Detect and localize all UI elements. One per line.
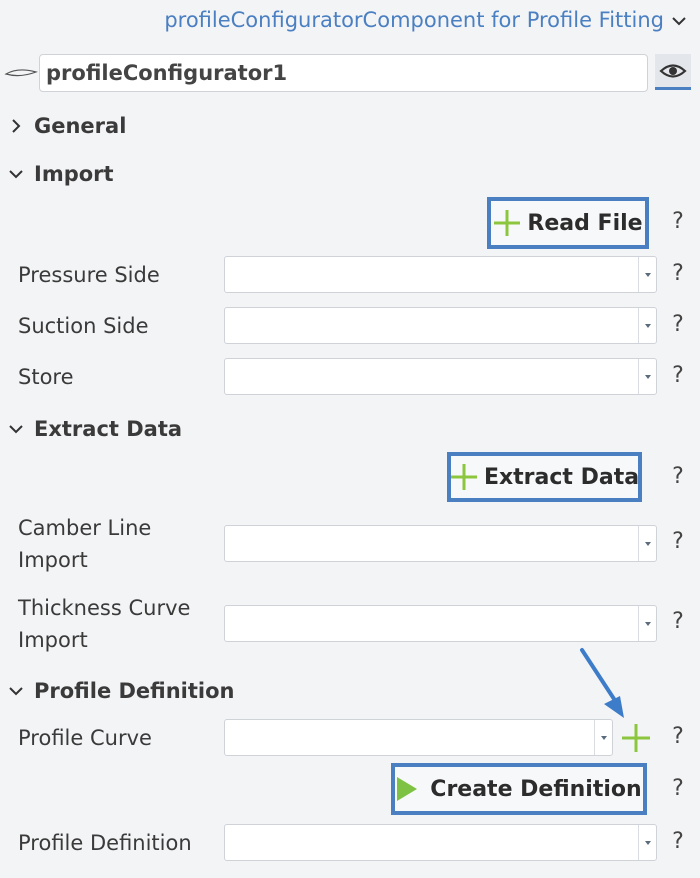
suction-side-dropdown[interactable]	[224, 307, 657, 344]
profile-curve-dropdown[interactable]	[224, 719, 613, 756]
plus-icon	[450, 464, 477, 490]
profile-definition-dropdown[interactable]	[224, 824, 657, 861]
panel-title: profileConfiguratorComponent for Profile…	[164, 8, 664, 32]
dropdown-arrow-icon[interactable]	[638, 359, 656, 394]
extract-data-help-icon[interactable]: ?	[668, 462, 688, 492]
store-label: Store	[18, 365, 74, 389]
pressure-side-label: Pressure Side	[18, 263, 160, 287]
create-definition-help-icon[interactable]: ?	[668, 774, 688, 804]
thickness-curve-label: Thickness Curve	[18, 596, 191, 620]
visibility-toggle-button[interactable]	[655, 54, 691, 90]
pressure-side-help-icon[interactable]: ?	[668, 259, 688, 289]
thickness-curve-label-line2: Import	[18, 628, 88, 652]
create-definition-button[interactable]: Create Definition	[391, 763, 647, 815]
store-dropdown[interactable]	[224, 358, 657, 395]
thickness-curve-help-icon[interactable]: ?	[668, 607, 688, 637]
suction-side-help-icon[interactable]: ?	[668, 310, 688, 340]
camber-line-label-line2: Import	[18, 548, 88, 572]
dropdown-arrow-icon[interactable]	[638, 308, 656, 343]
read-file-button[interactable]: Read File	[487, 197, 649, 249]
store-help-icon[interactable]: ?	[668, 361, 688, 391]
dropdown-arrow-icon[interactable]	[638, 825, 656, 860]
chevron-down-icon	[9, 425, 23, 434]
section-general[interactable]: General	[8, 111, 126, 141]
section-extract-data[interactable]: Extract Data	[8, 414, 182, 444]
dropdown-arrow-icon[interactable]	[638, 526, 656, 561]
extract-data-button[interactable]: Extract Data	[447, 452, 642, 502]
dropdown-arrow-icon[interactable]	[638, 606, 656, 641]
camber-line-label: Camber Line	[18, 516, 152, 540]
add-profile-curve-plus-icon[interactable]	[621, 723, 651, 753]
airfoil-profile-icon	[4, 69, 38, 77]
dropdown-arrow-icon[interactable]	[594, 720, 612, 755]
camber-line-help-icon[interactable]: ?	[668, 527, 688, 557]
collapse-chevron-icon[interactable]	[670, 12, 688, 30]
profile-curve-help-icon[interactable]: ?	[668, 722, 688, 752]
profile-curve-label: Profile Curve	[18, 726, 152, 750]
thickness-curve-dropdown[interactable]	[224, 605, 657, 642]
plus-icon	[494, 210, 521, 236]
suction-side-label: Suction Side	[18, 314, 149, 338]
component-name-input[interactable]: profileConfigurator1	[39, 54, 648, 92]
section-import-label: Import	[34, 162, 114, 186]
extract-data-label: Extract Data	[483, 464, 640, 490]
section-extract-data-label: Extract Data	[34, 417, 183, 441]
section-import[interactable]: Import	[8, 159, 114, 189]
pressure-side-dropdown[interactable]	[224, 256, 657, 293]
chevron-down-icon	[9, 170, 23, 179]
annotation-arrow-icon	[580, 648, 624, 718]
profile-definition-help-icon[interactable]: ?	[668, 827, 688, 857]
chevron-right-icon	[12, 119, 21, 133]
section-general-label: General	[34, 114, 127, 138]
dropdown-arrow-icon[interactable]	[638, 257, 656, 292]
read-file-label: Read File	[527, 210, 643, 236]
profile-definition-label: Profile Definition	[18, 831, 192, 855]
play-icon	[397, 777, 418, 801]
create-definition-label: Create Definition	[430, 776, 642, 802]
read-file-help-icon[interactable]: ?	[668, 207, 688, 237]
chevron-down-icon	[9, 687, 23, 696]
section-profile-definition-label: Profile Definition	[34, 679, 235, 703]
eye-icon	[659, 63, 687, 78]
section-profile-definition[interactable]: Profile Definition	[8, 676, 235, 706]
camber-line-dropdown[interactable]	[224, 525, 657, 562]
